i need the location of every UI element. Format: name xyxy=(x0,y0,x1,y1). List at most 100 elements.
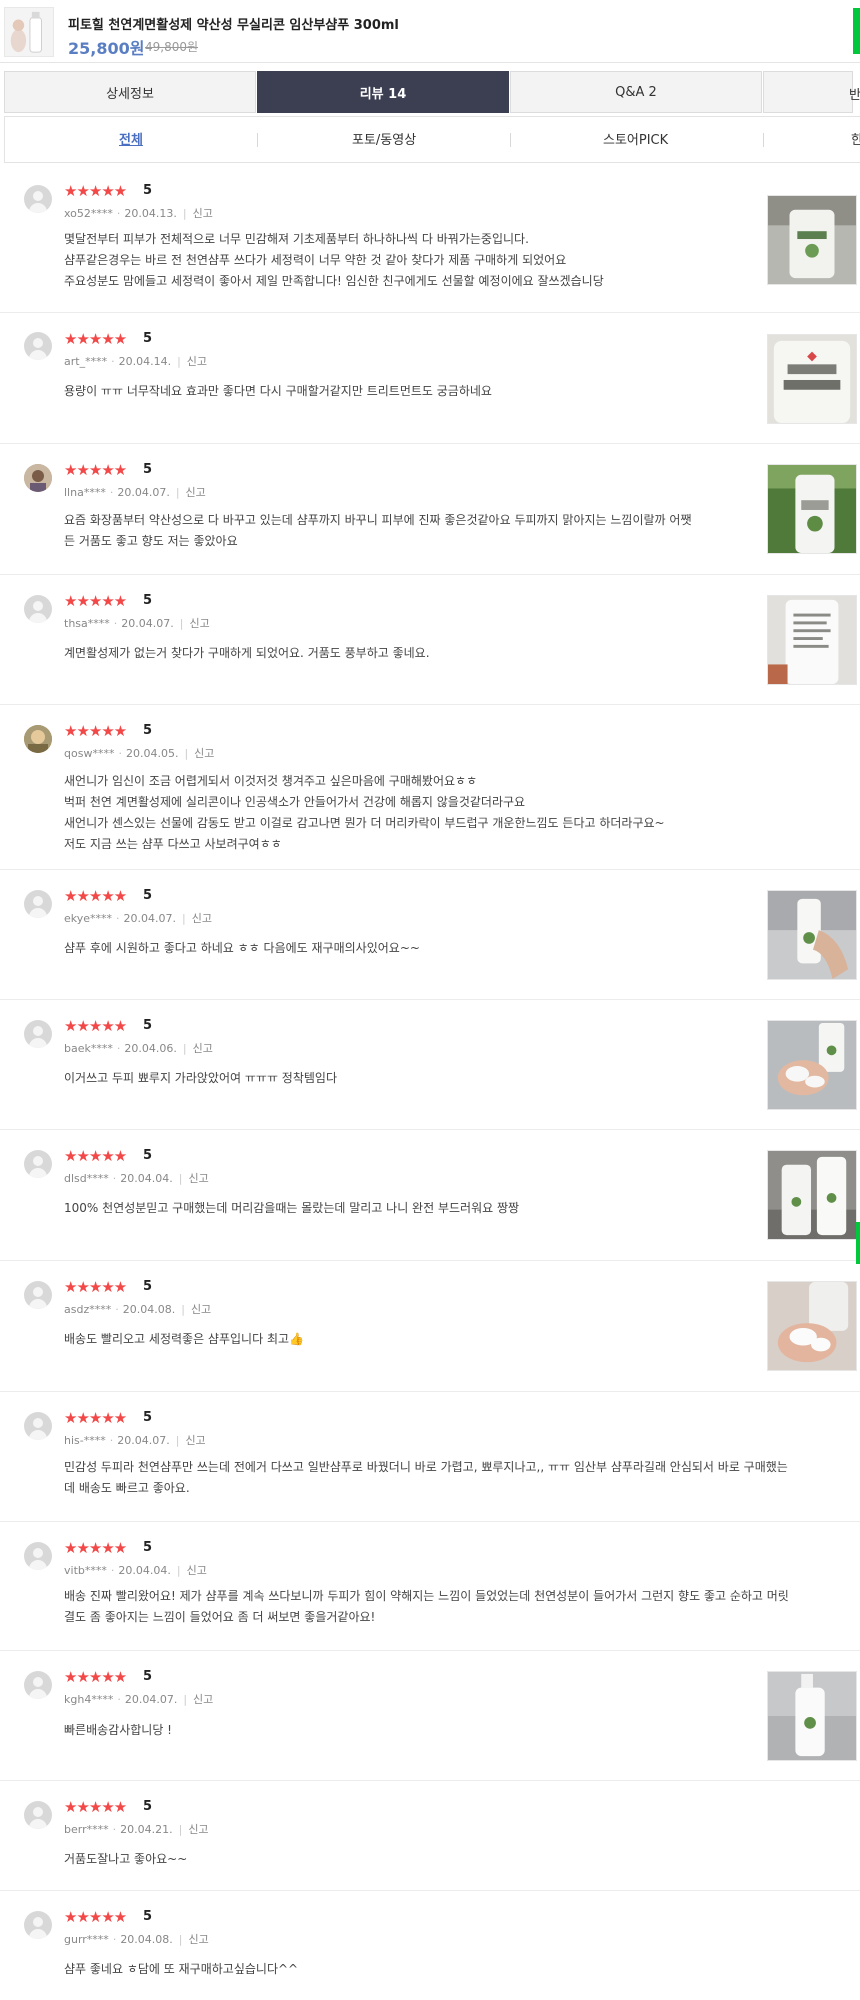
reviewer-id: berr**** xyxy=(64,1823,109,1836)
star-rating: ★★★★★ xyxy=(64,461,127,479)
review-date: 20.04.08. xyxy=(120,1933,173,1946)
subtab-photo-video[interactable]: 포토/동영상 xyxy=(352,129,416,148)
review-meta: baek**** · 20.04.06. | 신고 xyxy=(64,1042,213,1055)
review-date: 20.04.07. xyxy=(124,1693,178,1706)
review-text: 민감성 두피라 천연샴푸만 쓰는데 전에거 다쓰고 일반샴푸로 바꿨더니 바로 … xyxy=(64,1460,788,1495)
rating-score: 5 xyxy=(143,1279,153,1294)
product-bar: 피토힐 천연계면활성제 약산성 무실리콘 임산부샴푸 300ml 25,800원… xyxy=(0,0,860,63)
review-photo[interactable] xyxy=(767,334,857,424)
avatar xyxy=(24,595,52,623)
star-rating: ★★★★★ xyxy=(64,1908,127,1926)
review-date: 20.04.08. xyxy=(122,1303,176,1316)
review-photo[interactable] xyxy=(767,890,857,980)
review-date: 20.04.21. xyxy=(120,1823,173,1836)
rating-score: 5 xyxy=(143,723,153,738)
review-item: ★★★★★ 5 dlsd**** · 20.04.04. | 신고 100% 천연성분믿… xyxy=(0,1130,860,1261)
review-date: 20.04.05. xyxy=(125,747,179,760)
review-text: 요즘 화장품부터 약산성으로 다 바꾸고 있는데 샴푸까지 바꾸니 피부에 진짜… xyxy=(64,513,692,548)
report-link[interactable]: 신고 xyxy=(193,1042,213,1055)
report-link[interactable]: 신고 xyxy=(194,747,214,760)
review-photo[interactable] xyxy=(767,595,857,685)
review-text: 100% 천연성분믿고 구매했는데 머리감을때는 몰랐는데 말리고 나니 완전 … xyxy=(64,1201,520,1215)
rating-score: 5 xyxy=(143,1410,153,1425)
report-link[interactable]: 신고 xyxy=(186,486,206,499)
review-meta: dlsd**** · 20.04.04. | 신고 xyxy=(64,1172,209,1185)
star-rating: ★★★★★ xyxy=(64,887,127,905)
reviewer-id: baek**** xyxy=(64,1042,113,1055)
star-rating: ★★★★★ xyxy=(64,1798,127,1816)
star-rating: ★★★★★ xyxy=(64,1017,127,1035)
report-link[interactable]: 신고 xyxy=(187,1564,207,1577)
review-date: 20.04.04. xyxy=(120,1172,173,1185)
rating-score: 5 xyxy=(143,1909,153,1924)
review-text: 빠른배송감사합니당 ! xyxy=(64,1723,172,1737)
review-photo[interactable] xyxy=(767,195,857,285)
product-thumbnail[interactable] xyxy=(4,7,54,57)
review-photo[interactable] xyxy=(767,1150,857,1240)
review-item: ★★★★★ 5 baek**** · 20.04.06. | 신고 이거쓰고 두피 뾰루… xyxy=(0,1000,860,1130)
review-item: ★★★★★ 5 vitb**** · 20.04.04. | 신고 배송 진짜 빨리왔어… xyxy=(0,1522,860,1651)
tab-detail[interactable]: 상세정보 xyxy=(4,71,256,113)
review-item: ★★★★★ 5 thsa**** · 20.04.07. | 신고 계면활성제가 없는거… xyxy=(0,575,860,705)
product-original-price: 49,800원 xyxy=(145,40,199,54)
review-meta: thsa**** · 20.04.07. | 신고 xyxy=(64,617,210,630)
reviewer-id: vitb**** xyxy=(64,1564,107,1577)
report-link[interactable]: 신고 xyxy=(188,1823,208,1836)
tab-reviews[interactable]: 리뷰 14 xyxy=(257,71,509,113)
report-link[interactable]: 신고 xyxy=(193,1693,213,1706)
review-date: 20.04.14. xyxy=(118,355,172,368)
review-photo[interactable] xyxy=(767,1671,857,1761)
avatar xyxy=(24,1281,52,1309)
review-meta: his-**** · 20.04.07. | 신고 xyxy=(64,1434,206,1447)
avatar xyxy=(24,890,52,918)
tab-qna[interactable]: Q&A 2 xyxy=(510,71,762,113)
review-meta: vitb**** · 20.04.04. | 신고 xyxy=(64,1564,207,1577)
report-link[interactable]: 신고 xyxy=(193,207,213,220)
product-price: 25,800원 xyxy=(68,39,145,58)
review-text: 샴푸 후에 시원하고 좋다고 하네요 ㅎㅎ 다음에도 재구매의사있어요~~ xyxy=(64,941,420,955)
review-photo[interactable] xyxy=(767,1020,857,1110)
rating-score: 5 xyxy=(143,888,153,903)
tab-return[interactable]: 반 xyxy=(763,71,860,113)
review-photo[interactable] xyxy=(767,1281,857,1371)
star-rating: ★★★★★ xyxy=(64,592,127,610)
star-rating: ★★★★★ xyxy=(64,1147,127,1165)
review-meta: ekye**** · 20.04.07. | 신고 xyxy=(64,912,212,925)
reviewer-id: dlsd**** xyxy=(64,1172,109,1185)
review-item: ★★★★★ 5 gurr**** · 20.04.08. | 신고 샴푸 좋네요 ㅎ담에… xyxy=(0,1891,860,2000)
avatar xyxy=(24,464,52,492)
review-photo[interactable] xyxy=(767,464,857,554)
review-meta: asdz**** · 20.04.08. | 신고 xyxy=(64,1303,212,1316)
review-text: 몇달전부터 피부가 전체적으로 너무 민감해져 기초제품부터 하나하나씩 다 바… xyxy=(64,232,604,288)
avatar xyxy=(24,332,52,360)
report-link[interactable]: 신고 xyxy=(189,1933,209,1946)
report-link[interactable]: 신고 xyxy=(188,1172,208,1185)
review-date: 20.04.07. xyxy=(123,912,177,925)
avatar xyxy=(24,1671,52,1699)
review-text: 거품도잘나고 좋아요~~ xyxy=(64,1852,188,1866)
reviewer-id: qosw**** xyxy=(64,747,115,760)
report-link[interactable]: 신고 xyxy=(187,355,207,368)
side-scroll-marker[interactable] xyxy=(856,1222,860,1264)
review-item: ★★★★★ 5 his-**** · 20.04.07. | 신고 민감성 두피라 천연… xyxy=(0,1392,860,1522)
review-item: ★★★★★ 5 berr**** · 20.04.21. | 신고 거품도잘나고 좋아요… xyxy=(0,1781,860,1891)
review-date: 20.04.04. xyxy=(118,1564,171,1577)
review-text: 배송 진짜 빨리왔어요! 제가 샴푸를 계속 쓰다보니까 두피가 힘이 약해지는… xyxy=(64,1589,789,1624)
avatar xyxy=(24,1801,52,1829)
rating-score: 5 xyxy=(143,1669,153,1684)
star-rating: ★★★★★ xyxy=(64,182,127,200)
reviewer-id: llna**** xyxy=(64,486,106,499)
subtab-more[interactable]: 한 xyxy=(851,129,860,148)
subtab-store-pick[interactable]: 스토어PICK xyxy=(603,129,668,148)
review-date: 20.04.13. xyxy=(124,207,177,220)
star-rating: ★★★★★ xyxy=(64,1539,127,1557)
review-date: 20.04.06. xyxy=(124,1042,177,1055)
buy-button-edge[interactable] xyxy=(853,8,860,54)
subtab-all[interactable]: 전체 xyxy=(119,129,143,148)
report-link[interactable]: 신고 xyxy=(192,912,212,925)
report-link[interactable]: 신고 xyxy=(185,1434,205,1447)
rating-score: 5 xyxy=(143,1018,153,1033)
report-link[interactable]: 신고 xyxy=(189,617,209,630)
report-link[interactable]: 신고 xyxy=(191,1303,211,1316)
main-tabs: 상세정보 리뷰 14 Q&A 2 반 xyxy=(4,71,860,113)
